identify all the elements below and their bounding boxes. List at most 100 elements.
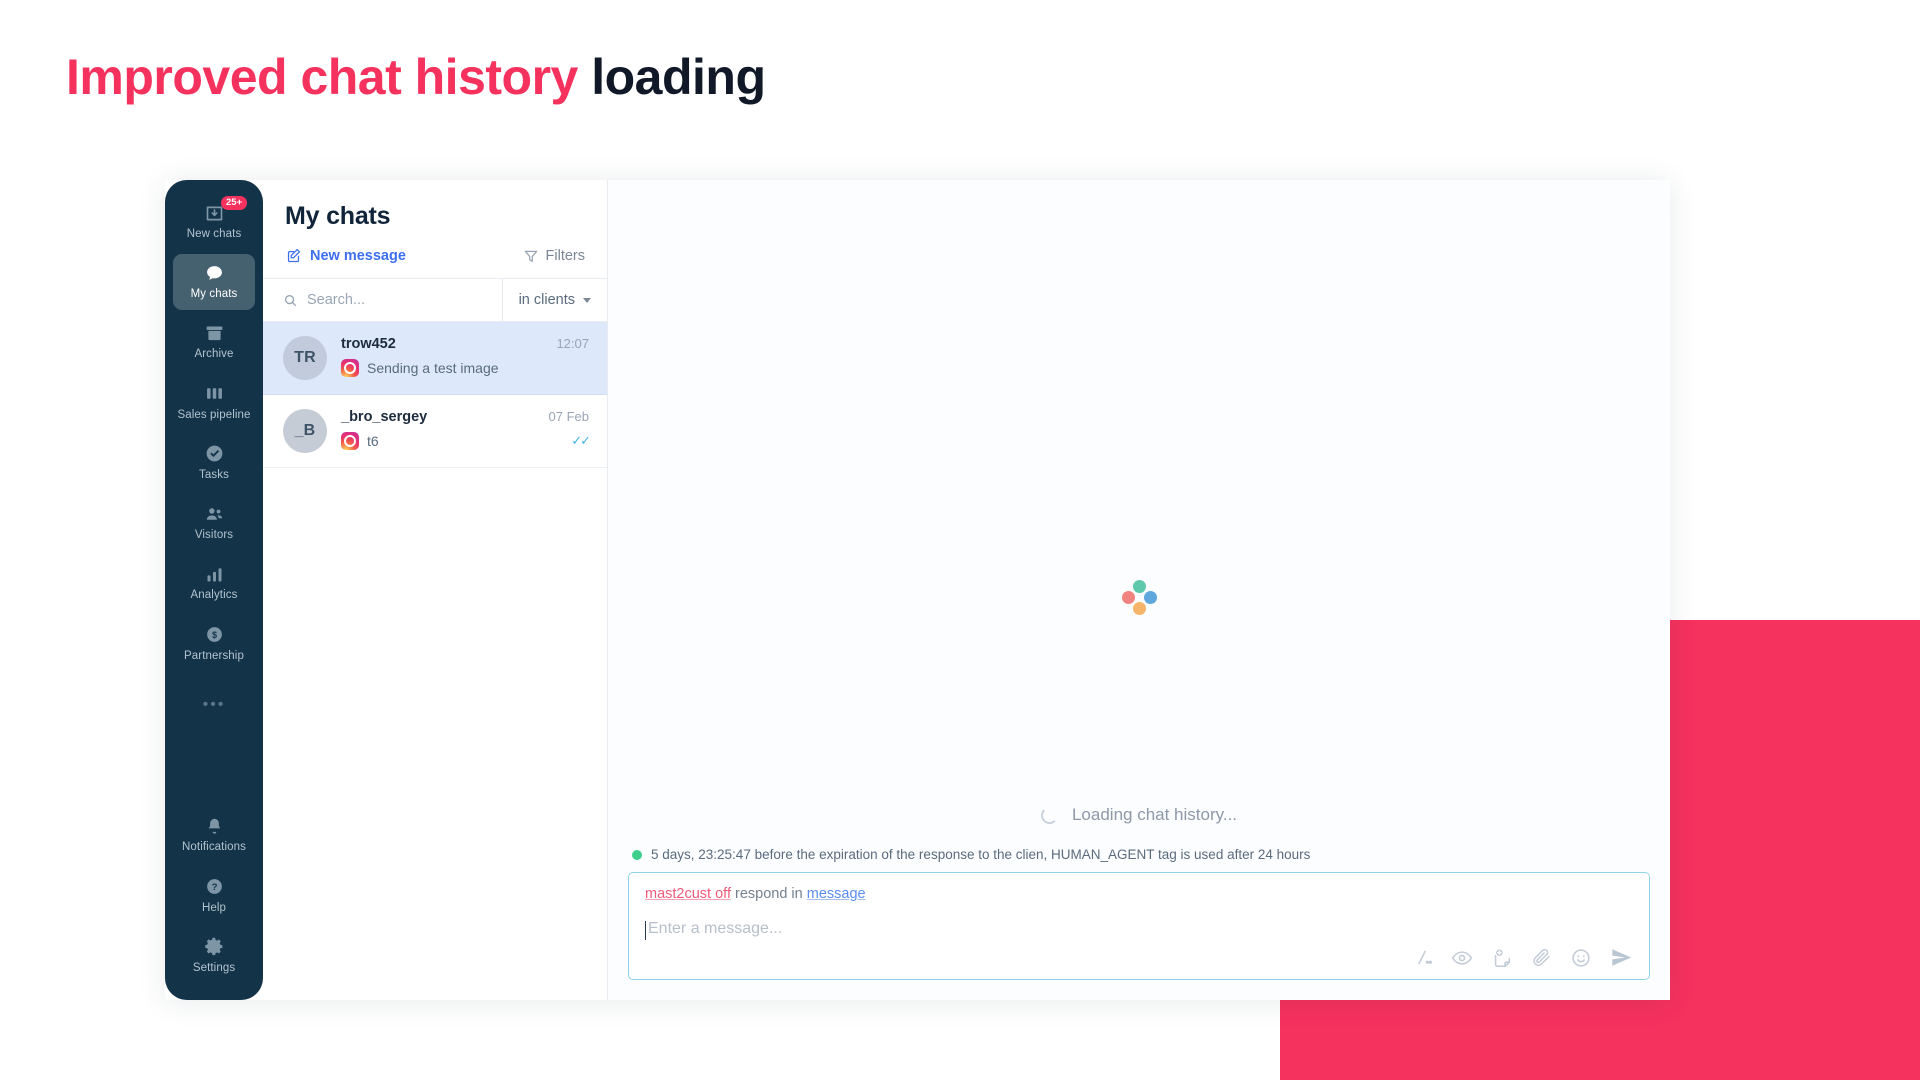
app-window: 25+ New chats My chats Archive Sales pip… <box>165 180 1670 1000</box>
bar-chart-icon <box>203 563 225 585</box>
compose-icon <box>285 247 302 264</box>
chat-list-item-trow452[interactable]: TR trow452 12:07 Sending a test image <box>263 322 607 395</box>
sidebar-item-label: Analytics <box>190 589 238 602</box>
emoji-icon[interactable] <box>1570 947 1592 969</box>
sidebar-item-new-chats[interactable]: 25+ New chats <box>173 194 255 250</box>
sidebar-item-label: Notifications <box>182 841 246 854</box>
people-icon <box>203 503 225 525</box>
sidebar-item-label: New chats <box>186 228 242 240</box>
chat-item-time: 12:07 <box>556 336 589 351</box>
bell-icon <box>203 815 225 837</box>
message-composer[interactable]: mast2cust off respond in message Enter a… <box>628 872 1650 980</box>
chat-item-body: _bro_sergey 07 Feb t6 ✓✓ <box>341 409 591 450</box>
chat-list-actions: New message Filters <box>285 247 585 278</box>
new-message-button[interactable]: New message <box>285 247 406 264</box>
sidebar-item-partnership[interactable]: $ Partnership <box>173 616 255 672</box>
read-receipt-icon: ✓✓ <box>571 433 591 448</box>
spinner-icon <box>1040 806 1058 824</box>
page-title-accent: Improved chat history <box>66 49 578 105</box>
loader-dot-left <box>1122 591 1135 604</box>
dollar-circle-icon: $ <box>203 624 225 646</box>
sidebar-item-settings[interactable]: Settings <box>173 928 255 984</box>
composer-hint-tag[interactable]: mast2cust off <box>645 886 731 902</box>
instagram-icon <box>341 432 359 450</box>
svg-text:$: $ <box>212 630 217 640</box>
check-circle-icon <box>203 443 225 465</box>
loading-chat-history-row: Loading chat history... <box>608 805 1670 825</box>
sidebar-item-notifications[interactable]: Notifications <box>173 807 255 863</box>
chevron-down-icon <box>583 297 591 303</box>
eye-icon[interactable] <box>1451 947 1473 969</box>
filters-button[interactable]: Filters <box>523 248 585 264</box>
sidebar-item-analytics[interactable]: Analytics <box>173 555 255 611</box>
sidebar-item-label: Archive <box>194 348 234 361</box>
new-chats-badge: 25+ <box>221 196 248 210</box>
sidebar-item-label: Settings <box>192 961 236 974</box>
page-root: Improved chat history loading 25+ New ch… <box>0 0 1920 1080</box>
page-title-rest: loading <box>591 49 766 105</box>
message-input[interactable]: Enter a message... <box>645 920 1633 940</box>
chat-item-name: trow452 <box>341 336 396 352</box>
avatar: _B <box>283 409 327 453</box>
chat-item-name: _bro_sergey <box>341 409 428 425</box>
chat-item-preview: Sending a test image <box>367 360 499 376</box>
slash-command-icon[interactable] <box>1412 947 1433 968</box>
composer-hint-channel[interactable]: message <box>807 886 866 902</box>
paperclip-icon[interactable] <box>1531 947 1552 968</box>
search-scope-dropdown[interactable]: in clients <box>503 292 607 308</box>
status-indicator-dot <box>632 849 642 860</box>
sidebar-item-visitors[interactable]: Visitors <box>173 495 255 551</box>
add-template-icon[interactable] <box>1491 947 1513 969</box>
ellipsis-icon[interactable]: ••• <box>203 696 226 714</box>
chat-item-body: trow452 12:07 Sending a test image <box>341 336 589 377</box>
chat-list-panel: My chats New message Filters Search... i… <box>263 180 608 1000</box>
composer-toolbar <box>645 946 1633 969</box>
composer-hint: mast2cust off respond in message <box>645 885 1633 904</box>
sidebar-item-label: My chats <box>190 288 238 301</box>
text-caret <box>645 920 646 940</box>
search-row: in clients <box>263 278 607 322</box>
sidebar-item-tasks[interactable]: Tasks <box>173 435 255 491</box>
instagram-icon <box>341 359 359 377</box>
search-icon <box>283 293 298 308</box>
loader-dot-bottom <box>1133 602 1146 615</box>
send-icon[interactable] <box>1610 946 1633 969</box>
chat-item-bottom-row: Sending a test image <box>341 359 589 377</box>
loader-dot-top <box>1133 580 1146 593</box>
sidebar-item-label: Tasks <box>199 468 229 481</box>
sidebar-item-sales-pipeline[interactable]: Sales pipeline <box>173 375 255 431</box>
four-dot-loader-icon <box>1121 580 1157 616</box>
sidebar-item-label: Sales pipeline <box>177 408 251 421</box>
sidebar-item-my-chats[interactable]: My chats <box>173 254 255 311</box>
funnel-icon <box>523 248 539 264</box>
sidebar-item-label: Visitors <box>194 529 234 542</box>
sidebar-item-label: Partnership <box>184 649 244 662</box>
sidebar-nav: 25+ New chats My chats Archive Sales pip… <box>165 180 263 1000</box>
archive-box-icon <box>203 322 225 344</box>
search-box[interactable] <box>263 279 503 321</box>
filters-label: Filters <box>545 247 585 264</box>
chat-item-top-row: _bro_sergey 07 Feb <box>341 409 589 425</box>
sidebar-item-archive[interactable]: Archive <box>173 314 255 370</box>
loading-chat-history-label: Loading chat history... <box>1071 805 1238 824</box>
message-input-placeholder: Enter a message... <box>648 919 783 937</box>
chat-item-time: 07 Feb <box>548 409 589 424</box>
chat-bubble-icon <box>203 262 225 284</box>
chat-list-title: My chats <box>285 202 391 230</box>
sidebar-item-help[interactable]: ? Help <box>173 868 255 924</box>
search-scope-label: in clients <box>518 292 575 308</box>
avatar: TR <box>283 336 327 380</box>
sidebar-item-label: Help <box>201 901 227 914</box>
chat-item-bottom-row: t6 ✓✓ <box>341 432 591 450</box>
status-text: 5 days, 23:25:47 before the expiration o… <box>651 847 1311 862</box>
loader-dot-right <box>1144 591 1157 604</box>
search-input[interactable] <box>307 292 447 308</box>
chat-list-item-bro-sergey[interactable]: _B _bro_sergey 07 Feb t6 ✓✓ <box>263 395 607 468</box>
kanban-columns-icon <box>203 383 225 405</box>
page-title: Improved chat history loading <box>66 48 766 106</box>
gear-icon <box>203 936 225 958</box>
conversation-panel: Loading chat history... 5 days, 23:25:47… <box>608 180 1670 1000</box>
chat-item-top-row: trow452 12:07 <box>341 336 589 352</box>
message-scroll-area[interactable]: Loading chat history... <box>608 180 1670 837</box>
response-expiration-status: 5 days, 23:25:47 before the expiration o… <box>628 837 1650 872</box>
